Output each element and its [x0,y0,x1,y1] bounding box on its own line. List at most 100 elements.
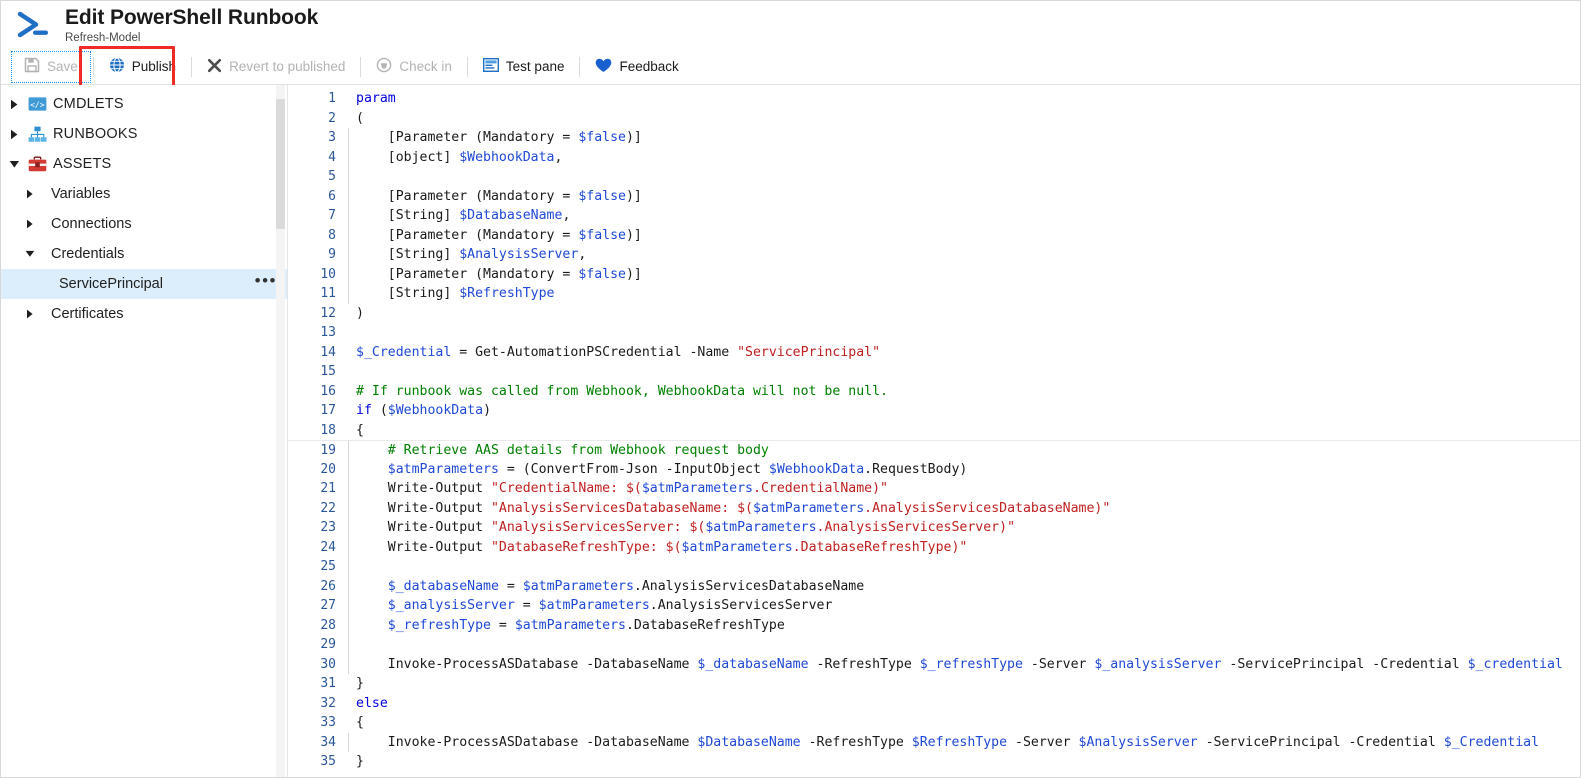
sidebar-item-certificates[interactable]: Certificates [1,299,287,329]
code-token: -RefreshType [801,735,912,750]
code-line[interactable]: 17if ($WebhookData) [288,401,1580,421]
code-text[interactable]: [Parameter (Mandatory = $false)] [352,187,1580,207]
code-line[interactable]: 23 Write-Output "AnalysisServicesServer:… [288,518,1580,538]
code-text[interactable]: { [352,713,1580,733]
code-line[interactable]: 20 $atmParameters = (ConvertFrom-Json -I… [288,460,1580,480]
sidebar-item-variables[interactable]: Variables [1,179,287,209]
code-line[interactable]: 28 $_refreshType = $atmParameters.Databa… [288,616,1580,636]
code-editor[interactable]: 1param2(3 [Parameter (Mandatory = $false… [288,85,1580,778]
code-line[interactable]: 21 Write-Output "CredentialName: $($atmP… [288,479,1580,499]
code-text[interactable]: $_Credential = Get-AutomationPSCredentia… [352,343,1580,363]
code-line[interactable]: 10 [Parameter (Mandatory = $false)] [288,265,1580,285]
sidebar-item-runbooks[interactable]: RUNBOOKS [1,119,287,149]
code-line[interactable]: 24 Write-Output "DatabaseRefreshType: $(… [288,538,1580,558]
code-line[interactable]: 32else [288,694,1580,714]
code-text[interactable]: param [352,89,1580,109]
code-line[interactable]: 5 [288,167,1580,187]
publish-button[interactable]: Publish [98,53,187,81]
sidebar-item-serviceprincipal[interactable]: ServicePrincipal ••• [1,269,287,299]
code-line[interactable]: 15 [288,362,1580,382]
code-line[interactable]: 35} [288,752,1580,772]
code-text[interactable]: if ($WebhookData) [352,401,1580,421]
code-text[interactable]: [String] $AnalysisServer, [352,245,1580,265]
code-text[interactable]: [Parameter (Mandatory = $false)] [352,265,1580,285]
code-line[interactable]: 25 [288,557,1580,577]
sidebar-item-connections[interactable]: Connections [1,209,287,239]
chevron-right-icon[interactable] [3,129,25,140]
code-text[interactable]: $_refreshType = $atmParameters.DatabaseR… [352,616,1580,636]
code-line[interactable]: 27 $_analysisServer = $atmParameters.Ana… [288,596,1580,616]
code-text[interactable]: Write-Output "CredentialName: $($atmPara… [352,479,1580,499]
code-line[interactable]: 30 Invoke-ProcessASDatabase -DatabaseNam… [288,655,1580,675]
code-line[interactable]: 1param [288,89,1580,109]
code-line[interactable]: 7 [String] $DatabaseName, [288,206,1580,226]
sidebar-item-cmdlets[interactable]: </> CMDLETS [1,89,287,119]
code-lines-container[interactable]: 1param2(3 [Parameter (Mandatory = $false… [288,85,1580,772]
code-line[interactable]: 16# If runbook was called from Webhook, … [288,382,1580,402]
code-line[interactable]: 29 [288,635,1580,655]
code-token: } [356,676,364,691]
code-line[interactable]: 19 # Retrieve AAS details from Webhook r… [288,440,1580,460]
code-text[interactable]: $atmParameters = (ConvertFrom-Json -Inpu… [352,460,1580,480]
code-line[interactable]: 14$_Credential = Get-AutomationPSCredent… [288,343,1580,363]
code-text[interactable]: # If runbook was called from Webhook, We… [352,382,1580,402]
code-text[interactable]: Write-Output "AnalysisServicesServer: $(… [352,518,1580,538]
code-text[interactable]: [object] $WebhookData, [352,148,1580,168]
save-button[interactable]: Save [13,53,89,81]
indent-guide [346,167,352,187]
code-text[interactable]: Invoke-ProcessASDatabase -DatabaseName $… [352,733,1580,753]
sidebar-scrollbar[interactable] [276,85,285,778]
chevron-down-icon[interactable] [3,160,25,169]
code-text[interactable]: $_analysisServer = $atmParameters.Analys… [352,596,1580,616]
code-text[interactable]: [Parameter (Mandatory = $false)] [352,226,1580,246]
code-line[interactable]: 2( [288,109,1580,129]
code-token: Write-Output [356,481,491,496]
more-options-icon[interactable]: ••• [255,276,277,292]
chevron-right-icon[interactable] [19,309,41,319]
code-text[interactable]: # Retrieve AAS details from Webhook requ… [352,441,1580,461]
code-line[interactable]: 11 [String] $RefreshType [288,284,1580,304]
sidebar-scrollbar-thumb[interactable] [276,99,285,229]
code-line[interactable]: 8 [Parameter (Mandatory = $false)] [288,226,1580,246]
code-token: , [562,208,570,223]
code-text[interactable]: Write-Output "DatabaseRefreshType: $($at… [352,538,1580,558]
code-text[interactable]: else [352,694,1580,714]
code-text[interactable]: [String] $DatabaseName, [352,206,1580,226]
code-line[interactable]: 6 [Parameter (Mandatory = $false)] [288,187,1580,207]
code-text[interactable]: ( [352,109,1580,129]
code-token: -RefreshType [809,657,920,672]
chevron-right-icon[interactable] [19,189,41,199]
code-text[interactable]: ) [352,304,1580,324]
code-text[interactable]: $_databaseName = $atmParameters.Analysis… [352,577,1580,597]
code-line[interactable]: 9 [String] $AnalysisServer, [288,245,1580,265]
line-number: 10 [288,267,346,282]
code-text[interactable]: { [352,421,1580,441]
code-text[interactable]: } [352,674,1580,694]
code-line[interactable]: 26 $_databaseName = $atmParameters.Analy… [288,577,1580,597]
test-pane-button[interactable]: Test pane [472,53,576,81]
code-line[interactable]: 4 [object] $WebhookData, [288,148,1580,168]
code-text[interactable]: [Parameter (Mandatory = $false)] [352,128,1580,148]
code-line[interactable]: 22 Write-Output "AnalysisServicesDatabas… [288,499,1580,519]
code-line[interactable]: 12) [288,304,1580,324]
sidebar-item-credentials[interactable]: Credentials [1,239,287,269]
chevron-down-icon[interactable] [19,250,41,258]
code-text[interactable]: Write-Output "AnalysisServicesDatabaseNa… [352,499,1580,519]
sidebar-item-assets[interactable]: ASSETS [1,149,287,179]
code-text[interactable]: [String] $RefreshType [352,284,1580,304]
chevron-right-icon[interactable] [19,219,41,229]
indent-guide [346,343,352,363]
revert-to-published-button[interactable]: Revert to published [196,53,356,81]
code-line[interactable]: 3 [Parameter (Mandatory = $false)] [288,128,1580,148]
feedback-button[interactable]: Feedback [584,53,689,81]
code-line[interactable]: 18{ [288,421,1580,441]
check-in-button[interactable]: Check in [365,53,463,81]
code-line[interactable]: 31} [288,674,1580,694]
chevron-right-icon[interactable] [3,99,25,110]
code-line[interactable]: 13 [288,323,1580,343]
code-token: "DatabaseRefreshType: $( [491,540,682,555]
code-text[interactable]: Invoke-ProcessASDatabase -DatabaseName $… [352,655,1580,675]
code-text[interactable]: } [352,752,1580,772]
code-line[interactable]: 34 Invoke-ProcessASDatabase -DatabaseNam… [288,733,1580,753]
code-line[interactable]: 33{ [288,713,1580,733]
